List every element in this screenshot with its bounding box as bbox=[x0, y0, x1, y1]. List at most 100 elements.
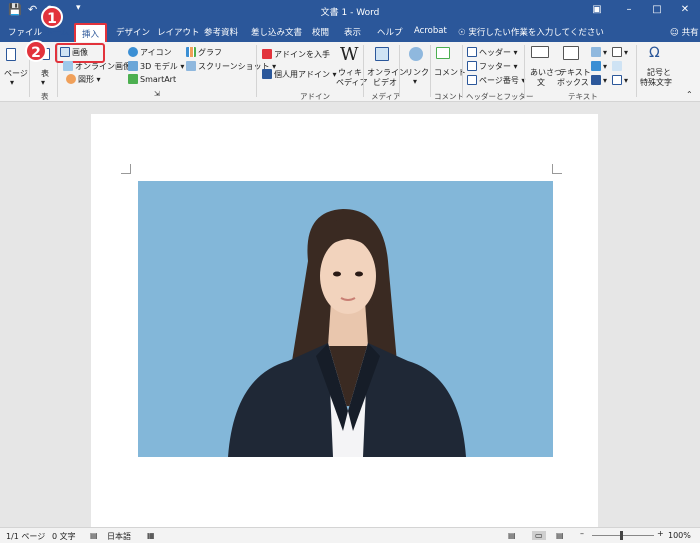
collapse-ribbon-icon[interactable]: ⌃ bbox=[686, 90, 693, 99]
wikipedia-icon: W bbox=[340, 44, 359, 65]
textbox-icon bbox=[563, 46, 581, 60]
online-pictures-label: オンライン画像 bbox=[75, 62, 131, 71]
ribbon-insert: ページ ▾ 表 ▾ 表 画像 オンライン画像 図形 ▾ アイコン 3D モデル … bbox=[0, 42, 700, 102]
tab-mailings[interactable]: 差し込み文書 bbox=[251, 26, 302, 38]
zoom-slider-thumb[interactable] bbox=[620, 531, 623, 540]
pictures-label: 画像 bbox=[72, 48, 88, 57]
tab-insert[interactable]: 挿入 bbox=[74, 23, 108, 42]
group-label-comments: コメント bbox=[434, 92, 464, 101]
get-addins-button[interactable]: アドインを入手 bbox=[262, 49, 330, 60]
pages-dropdown-icon[interactable]: ▾ bbox=[10, 78, 14, 87]
screenshot-label: スクリーンショット bbox=[198, 62, 270, 71]
object-icon[interactable]: ▾ bbox=[612, 75, 628, 85]
group-label-media: メディア bbox=[371, 92, 401, 101]
3d-models-button[interactable]: 3D モデル ▾ bbox=[128, 61, 184, 72]
tab-layout[interactable]: レイアウト bbox=[157, 26, 200, 38]
maximize-icon[interactable]: □ bbox=[648, 2, 666, 18]
separator bbox=[399, 45, 400, 97]
pages-button[interactable]: ページ bbox=[4, 68, 28, 79]
textbox-label-2: ボックス bbox=[557, 78, 589, 87]
group-label-table: 表 bbox=[41, 92, 49, 101]
header-button[interactable]: ヘッダー ▾ bbox=[467, 47, 518, 58]
tab-file[interactable]: ファイル bbox=[8, 26, 42, 38]
footer-button[interactable]: フッター ▾ bbox=[467, 61, 518, 72]
person-icon: ☺ bbox=[670, 28, 682, 38]
my-addins-button[interactable]: 個人用アドイン ▾ bbox=[262, 69, 337, 80]
page-number-label: ページ番号 bbox=[479, 76, 519, 85]
group-label-addins: アドイン bbox=[300, 92, 330, 101]
portrait-illustration bbox=[138, 181, 553, 457]
tab-view[interactable]: 表示 bbox=[344, 26, 361, 38]
smartart-icon bbox=[128, 74, 138, 84]
pictures-button[interactable]: 画像 bbox=[60, 47, 88, 58]
page-number-button[interactable]: ページ番号 ▾ bbox=[467, 75, 525, 86]
header-label: ヘッダー bbox=[479, 48, 511, 57]
tab-design[interactable]: デザイン bbox=[116, 26, 150, 38]
web-layout-icon[interactable]: ▤ bbox=[556, 531, 564, 540]
inserted-portrait-photo[interactable] bbox=[138, 181, 553, 457]
macro-icon[interactable]: ▦ bbox=[147, 531, 155, 540]
get-addins-label: アドインを入手 bbox=[274, 50, 330, 59]
tab-review[interactable]: 校閲 bbox=[312, 26, 329, 38]
read-mode-icon[interactable]: ▤ bbox=[508, 531, 516, 540]
separator bbox=[524, 45, 525, 97]
language[interactable]: 日本語 bbox=[107, 531, 131, 542]
wordart-icon[interactable]: ▾ bbox=[591, 61, 607, 71]
print-layout-icon[interactable]: ▭ bbox=[532, 531, 546, 540]
crop-mark bbox=[552, 164, 562, 174]
icons-icon bbox=[128, 47, 138, 57]
tab-acrobat[interactable]: Acrobat bbox=[414, 26, 447, 36]
screenshot-icon bbox=[186, 61, 196, 71]
smartart-button[interactable]: SmartArt bbox=[128, 74, 176, 84]
title-bar: 💾 ↶ ↷ ▾ 文書 1 - Word ▣ – □ ✕ bbox=[0, 0, 700, 22]
crop-mark bbox=[121, 164, 131, 174]
page-number-icon bbox=[467, 75, 477, 85]
separator bbox=[363, 45, 364, 97]
tab-references[interactable]: 参考資料 bbox=[204, 26, 238, 38]
link-dropdown-icon[interactable]: ▾ bbox=[413, 77, 417, 86]
chart-icon bbox=[186, 47, 196, 57]
group-label-text: テキスト bbox=[568, 92, 598, 101]
shapes-label: 図形 bbox=[78, 75, 94, 84]
addins-icon bbox=[262, 69, 272, 79]
greeting-label-2: 文 bbox=[537, 78, 545, 87]
proofing-icon[interactable]: ▤ bbox=[90, 531, 98, 540]
smartart-label: SmartArt bbox=[140, 75, 177, 84]
step-2-badge: 2 bbox=[25, 40, 47, 62]
share-label: 共有 bbox=[681, 28, 699, 38]
picture-icon bbox=[60, 47, 70, 57]
separator bbox=[462, 45, 463, 97]
chart-label: グラフ bbox=[198, 48, 222, 57]
icons-label: アイコン bbox=[140, 48, 172, 57]
zoom-slider-track[interactable] bbox=[592, 535, 654, 536]
date-time-icon[interactable] bbox=[612, 61, 624, 71]
quick-parts-icon[interactable]: ▾ bbox=[591, 47, 607, 57]
zoom-out-button[interactable]: – bbox=[580, 529, 584, 538]
comment-icon bbox=[436, 47, 452, 59]
minimize-icon[interactable]: – bbox=[620, 2, 638, 18]
table-dropdown-icon[interactable]: ▾ bbox=[41, 78, 45, 87]
store-icon bbox=[262, 49, 272, 59]
signature-line-icon[interactable]: ▾ bbox=[612, 47, 628, 57]
footer-label: フッター bbox=[479, 62, 511, 71]
online-picture-icon bbox=[63, 61, 73, 71]
close-icon[interactable]: ✕ bbox=[676, 2, 694, 18]
shapes-button[interactable]: 図形 ▾ bbox=[66, 74, 101, 85]
zoom-in-button[interactable]: + bbox=[657, 529, 664, 538]
tell-me-search[interactable]: ☉ 実行したい作業を入力してください bbox=[458, 26, 604, 38]
zoom-level[interactable]: 100% bbox=[668, 531, 691, 540]
tell-me-label: 実行したい作業を入力してください bbox=[468, 28, 604, 38]
word-count[interactable]: 0 文字 bbox=[52, 531, 76, 542]
illustrations-launcher-icon[interactable]: ⇲ bbox=[154, 90, 160, 98]
separator bbox=[256, 45, 257, 97]
icons-button[interactable]: アイコン bbox=[128, 47, 172, 58]
chart-button[interactable]: グラフ bbox=[186, 47, 222, 58]
ribbon-display-icon[interactable]: ▣ bbox=[588, 2, 606, 18]
header-icon bbox=[467, 47, 477, 57]
tab-home[interactable]: ホーム bbox=[44, 26, 69, 38]
drop-cap-icon[interactable]: ▾ bbox=[591, 75, 607, 85]
tab-help[interactable]: ヘルプ bbox=[377, 26, 403, 38]
share-button[interactable]: ☺ 共有 bbox=[670, 26, 699, 38]
online-pictures-button[interactable]: オンライン画像 bbox=[63, 61, 131, 72]
page-count[interactable]: 1/1 ページ bbox=[6, 531, 45, 542]
